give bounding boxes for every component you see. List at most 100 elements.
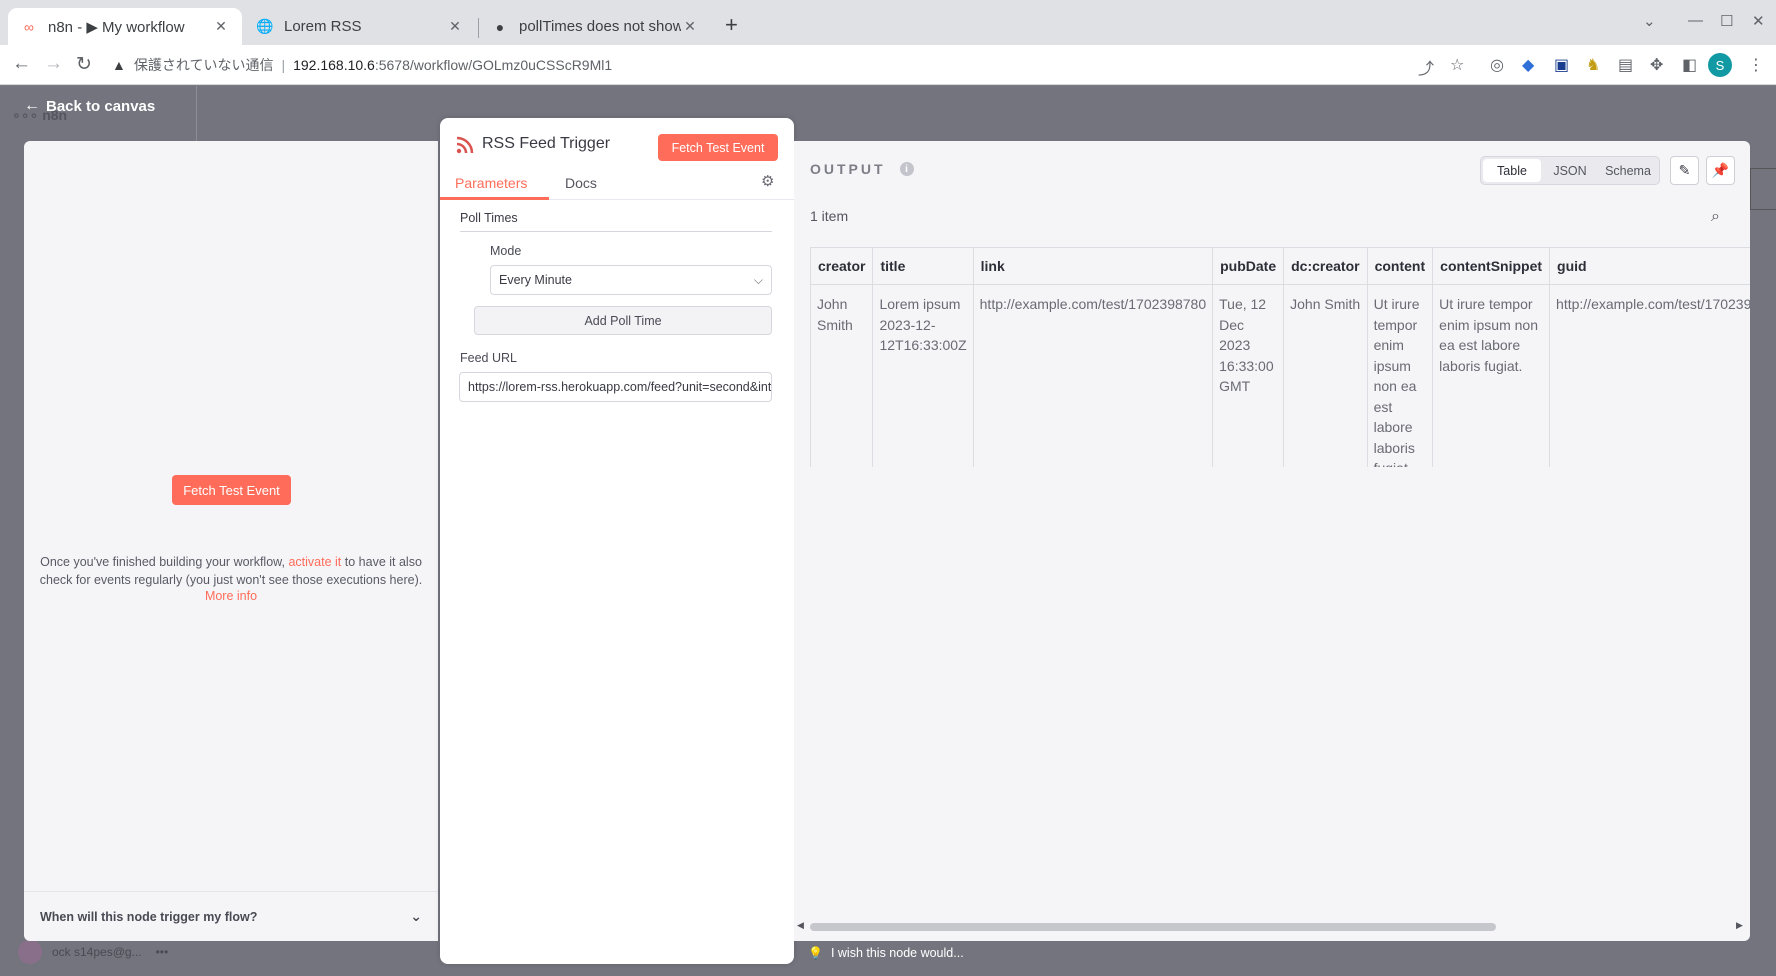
column-header[interactable]: content — [1366, 247, 1434, 285]
back-to-canvas-link[interactable]: ← Back to canvas — [24, 97, 155, 115]
scrollbar-thumb[interactable] — [810, 923, 1496, 931]
feedback-link[interactable]: 💡 I wish this node would... — [808, 946, 964, 960]
node-settings-panel: RSS Feed Trigger Fetch Test Event Parame… — [440, 118, 794, 964]
table-cell[interactable]: http://example.com/test/1702398780 — [1549, 284, 1750, 467]
close-tab-icon[interactable]: ✕ — [446, 18, 464, 35]
column-header[interactable]: guid — [1549, 247, 1750, 285]
close-tab-icon[interactable]: ✕ — [212, 18, 230, 35]
input-panel: Fetch Test Event Once you've finished bu… — [24, 141, 438, 941]
user-menu[interactable]: ock s14pes@g... ••• — [18, 940, 168, 964]
gear-icon[interactable]: ⚙ — [761, 172, 774, 190]
table-cell[interactable]: John Smith — [1283, 284, 1368, 467]
edit-output-button[interactable]: ✎ — [1670, 156, 1699, 185]
poll-times-section: Poll Times — [460, 211, 772, 232]
url-field[interactable]: ▲ 保護されていない通信 | 192.168.10.6 :5678/workfl… — [112, 55, 612, 75]
tab-search-icon[interactable]: ⌄ — [1643, 12, 1656, 30]
url-host: 192.168.10.6 — [293, 57, 375, 73]
pencil-icon: ✎ — [1678, 162, 1691, 178]
menu-kebab-icon[interactable]: ⋮ — [1748, 55, 1764, 75]
output-table: creator title link pubDate dc:creator co… — [810, 247, 1750, 467]
mode-value: Every Minute — [499, 273, 572, 287]
column-header[interactable]: title — [872, 247, 974, 285]
view-tab-table[interactable]: Table — [1483, 159, 1541, 182]
arrow-left-icon: ← — [24, 97, 40, 114]
back-label: Back to canvas — [46, 97, 156, 115]
trigger-help-label: When will this node trigger my flow? — [40, 909, 258, 924]
side-panel-icon[interactable]: ◧ — [1682, 55, 1697, 75]
node-header: RSS Feed Trigger Fetch Test Event — [440, 118, 794, 161]
scroll-right-icon[interactable]: ▶ — [1736, 920, 1743, 931]
table-header-row: creator title link pubDate dc:creator co… — [810, 247, 1750, 285]
tab-lorem-rss[interactable]: 🌐 Lorem RSS ✕ — [244, 8, 476, 45]
column-header[interactable]: contentSnippet — [1432, 247, 1551, 285]
tab-title: Lorem RSS — [284, 18, 362, 35]
extensions-puzzle-icon[interactable]: ✥ — [1650, 55, 1663, 75]
pin-icon: 📌 — [1711, 162, 1730, 178]
node-title[interactable]: RSS Feed Trigger — [482, 135, 610, 153]
back-icon[interactable]: ← — [12, 53, 31, 75]
table-cell[interactable]: Tue, 12 Dec 2023 16:33:00 GMT — [1212, 284, 1285, 467]
mode-select[interactable]: Every Minute ⌵ — [490, 265, 772, 295]
info-icon[interactable]: i — [899, 162, 914, 176]
tab-n8n[interactable]: ∞ n8n - ▶ My workflow ✕ — [8, 8, 242, 45]
item-count: 1 item — [810, 208, 849, 224]
view-tab-schema[interactable]: Schema — [1599, 159, 1657, 182]
more-dots-icon[interactable]: ••• — [156, 945, 169, 959]
more-info-link[interactable]: More info — [24, 589, 438, 603]
activate-link[interactable]: activate it — [288, 555, 341, 569]
column-header[interactable]: dc:creator — [1283, 247, 1368, 285]
chevron-down-icon: ⌵ — [753, 272, 763, 287]
trigger-help-accordion[interactable]: When will this node trigger my flow? ⌄ — [24, 891, 438, 941]
tab-title: pollTimes does not show — [519, 18, 681, 35]
search-icon[interactable]: ⌕ — [1711, 208, 1720, 226]
profile-avatar[interactable]: S — [1708, 53, 1732, 77]
sidebar-divider — [196, 86, 197, 141]
share-icon[interactable]: ⤴ — [1418, 55, 1434, 79]
rss-icon — [456, 136, 474, 154]
mode-label: Mode — [490, 244, 522, 258]
maximize-icon[interactable]: ☐ — [1720, 12, 1733, 30]
fetch-test-event-button[interactable]: Fetch Test Event — [658, 134, 778, 161]
extension-bird-icon[interactable]: ♞ — [1586, 55, 1600, 75]
output-header: OUTPUT i — [810, 161, 914, 177]
extension-terminal-icon[interactable]: ▤ — [1618, 55, 1633, 75]
column-header[interactable]: creator — [810, 247, 874, 285]
output-title: OUTPUT — [810, 161, 886, 177]
address-bar: ← → ↻ ▲ 保護されていない通信 | 192.168.10.6 :5678/… — [0, 45, 1776, 85]
globe-icon: 🌐 — [256, 18, 274, 34]
scroll-left-icon[interactable]: ◀ — [797, 920, 804, 931]
horizontal-scrollbar[interactable]: ◀ ▶ — [794, 920, 1750, 931]
column-header[interactable]: link — [972, 247, 1214, 285]
extension-globe-icon[interactable]: ◎ — [1490, 55, 1504, 75]
extension-diamond-icon[interactable]: ◆ — [1522, 55, 1534, 75]
pin-data-button[interactable]: 📌 — [1706, 156, 1735, 185]
extension-r-icon[interactable]: ▣ — [1554, 55, 1569, 75]
feed-url-input[interactable]: https://lorem-rss.herokuapp.com/feed?uni… — [459, 372, 772, 402]
tab-github-issue[interactable]: ● pollTimes does not show ✕ — [479, 8, 711, 45]
close-window-icon[interactable]: ✕ — [1752, 12, 1765, 30]
lightbulb-icon: 💡 — [808, 946, 823, 960]
new-tab-icon[interactable]: + — [725, 12, 738, 38]
canvas-control — [1750, 168, 1776, 210]
browser-tab-bar: ∞ n8n - ▶ My workflow ✕ 🌐 Lorem RSS ✕ ● … — [0, 0, 1776, 45]
view-tab-json[interactable]: JSON — [1541, 159, 1599, 182]
column-header[interactable]: pubDate — [1212, 247, 1285, 285]
table-cell[interactable]: Lorem ipsum 2023-12-12T16:33:00Z — [872, 284, 974, 467]
minimize-icon[interactable]: — — [1688, 12, 1703, 29]
tab-parameters[interactable]: Parameters — [455, 175, 527, 191]
table-cell[interactable]: Ut irure tempor enim ipsum non ea est la… — [1432, 284, 1551, 467]
table-cell[interactable]: Ut irure tempor enim ipsum non ea est la… — [1366, 284, 1434, 467]
reload-icon[interactable]: ↻ — [76, 53, 92, 76]
fetch-test-event-button[interactable]: Fetch Test Event — [172, 475, 291, 505]
activation-message: Once you've finished building your workf… — [34, 553, 428, 589]
table-cell[interactable]: http://example.com/test/1702398780 — [972, 284, 1214, 467]
tab-docs[interactable]: Docs — [565, 175, 597, 191]
table-cell[interactable]: John Smith — [810, 284, 874, 467]
bookmark-star-icon[interactable]: ☆ — [1450, 55, 1464, 75]
close-tab-icon[interactable]: ✕ — [681, 18, 699, 35]
node-tabs: Parameters Docs — [440, 170, 794, 200]
user-email: ock s14pes@g... — [52, 945, 142, 959]
add-poll-time-button[interactable]: Add Poll Time — [474, 306, 772, 335]
forward-icon[interactable]: → — [44, 53, 63, 75]
url-divider: | — [281, 57, 286, 73]
